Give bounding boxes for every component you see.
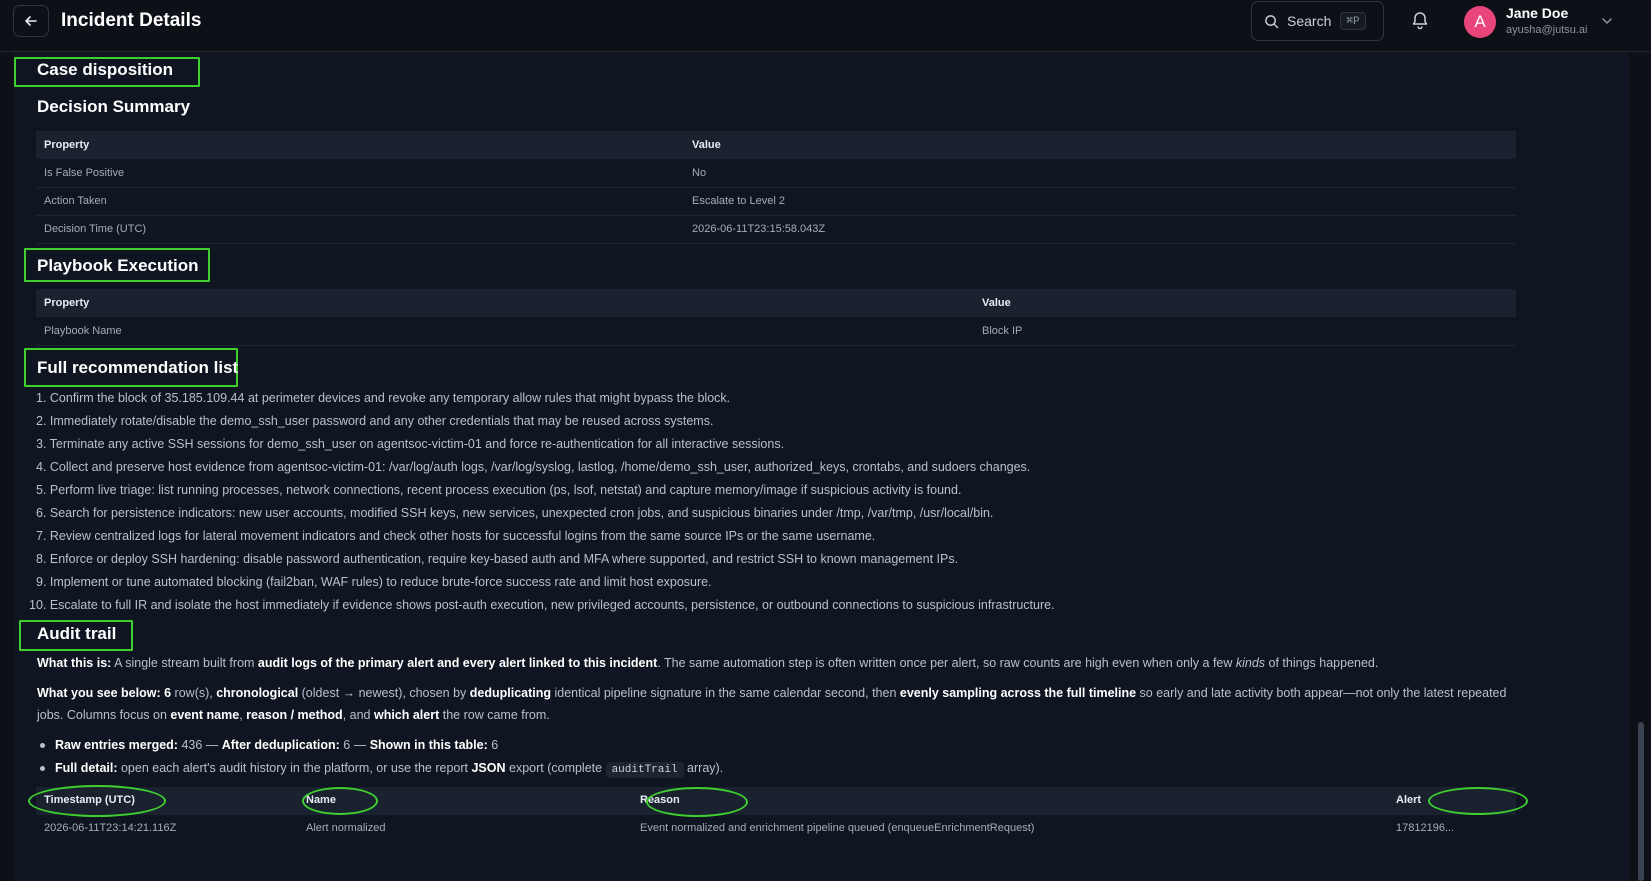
timestamp-cell: 2026-06-11T23:14:21.116Z [44, 822, 177, 834]
search-icon [1265, 14, 1279, 28]
table-row: Is False Positive No [36, 159, 1516, 188]
chevron-down-icon[interactable] [1600, 14, 1614, 28]
decision-summary-title: Decision Summary [37, 97, 191, 116]
audit-trail-title: Audit trail [37, 624, 117, 643]
search-button[interactable]: Search ⌘P [1251, 1, 1384, 41]
table-row: Action Taken Escalate to Level 2 [36, 187, 1516, 216]
user-name: Jane Doe [1506, 5, 1569, 21]
list-item: 10. Escalate to full IR and isolate the … [29, 598, 1055, 612]
search-label: Search [1287, 13, 1332, 29]
property-cell: Playbook Name [36, 317, 974, 346]
value-cell: 2026-06-11T23:15:58.043Z [684, 215, 1516, 244]
column-header-value: Value [684, 131, 1516, 159]
avatar[interactable]: A [1464, 6, 1496, 38]
user-email: ayusha@jutsu.ai [1506, 24, 1588, 36]
list-item: 5. Perform live triage: list running pro… [36, 483, 962, 497]
property-cell: Action Taken [36, 187, 684, 216]
value-cell: Block IP [974, 317, 1516, 346]
table-row: Decision Time (UTC) 2026-06-11T23:15:58.… [36, 215, 1516, 244]
list-item: Full detail: open each alert's audit his… [39, 758, 723, 781]
list-item: 4. Collect and preserve host evidence fr… [36, 460, 1031, 474]
case-disposition-title: Case disposition [37, 60, 174, 79]
list-item: 3. Terminate any active SSH sessions for… [36, 437, 785, 451]
search-shortcut: ⌘P [1340, 12, 1366, 30]
table-row: Playbook Name Block IP [36, 317, 1516, 346]
recommendation-list: 1. Confirm the block of 35.185.109.44 at… [29, 388, 1506, 618]
top-bar: Incident Details Search ⌘P A Jane Doe ay… [0, 0, 1651, 52]
decision-summary-table: Property Value Is False Positive No Acti… [36, 131, 1516, 244]
column-header-alert[interactable]: Alert [1396, 794, 1421, 806]
playbook-execution-title: Playbook Execution [37, 256, 199, 275]
list-item: 1. Confirm the block of 35.185.109.44 at… [36, 391, 731, 405]
value-cell: Escalate to Level 2 [684, 187, 1516, 216]
property-cell: Is False Positive [36, 159, 684, 188]
audit-stats-list: Raw entries merged: 436 — After deduplic… [39, 735, 723, 781]
audit-what-this-is: What this is: A single stream built from… [37, 656, 1379, 670]
value-cell: No [684, 159, 1516, 188]
property-cell: Decision Time (UTC) [36, 215, 684, 244]
audit-what-you-see: What you see below: 6 row(s), chronologi… [37, 686, 1507, 722]
highlight-ellipse [28, 785, 166, 817]
code-snippet: auditTrail [605, 762, 684, 778]
bell-icon[interactable] [1410, 10, 1430, 30]
list-item: Raw entries merged: 436 — After deduplic… [39, 735, 723, 758]
page-title: Incident Details [61, 10, 202, 31]
column-header-property: Property [36, 131, 684, 159]
highlight-ellipse [302, 787, 378, 815]
reason-cell: Event normalized and enrichment pipeline… [640, 822, 1035, 834]
audit-table-header: Timestamp (UTC) Name Reason Alert [36, 787, 1516, 815]
list-item: 6. Search for persistence indicators: ne… [36, 506, 994, 520]
list-item: 9. Implement or tune automated blocking … [36, 575, 712, 589]
scrollbar-thumb[interactable] [1638, 722, 1644, 881]
recommendations-title: Full recommendation list [37, 358, 239, 377]
playbook-table: Property Value Playbook Name Block IP [36, 289, 1516, 346]
column-header-value: Value [974, 289, 1516, 317]
back-button[interactable] [13, 5, 49, 37]
highlight-ellipse [1428, 787, 1528, 815]
list-item: 8. Enforce or deploy SSH hardening: disa… [36, 552, 959, 566]
alert-cell[interactable]: 17812196... [1396, 822, 1454, 834]
name-cell: Alert normalized [306, 822, 386, 834]
highlight-ellipse [646, 787, 748, 817]
list-item: 2. Immediately rotate/disable the demo_s… [36, 414, 714, 428]
column-header-property: Property [36, 289, 974, 317]
table-row: 2026-06-11T23:14:21.116Z Alert normalize… [36, 815, 1516, 841]
arrow-left-icon [25, 16, 37, 26]
list-item: 7. Review centralized logs for lateral m… [36, 529, 876, 543]
